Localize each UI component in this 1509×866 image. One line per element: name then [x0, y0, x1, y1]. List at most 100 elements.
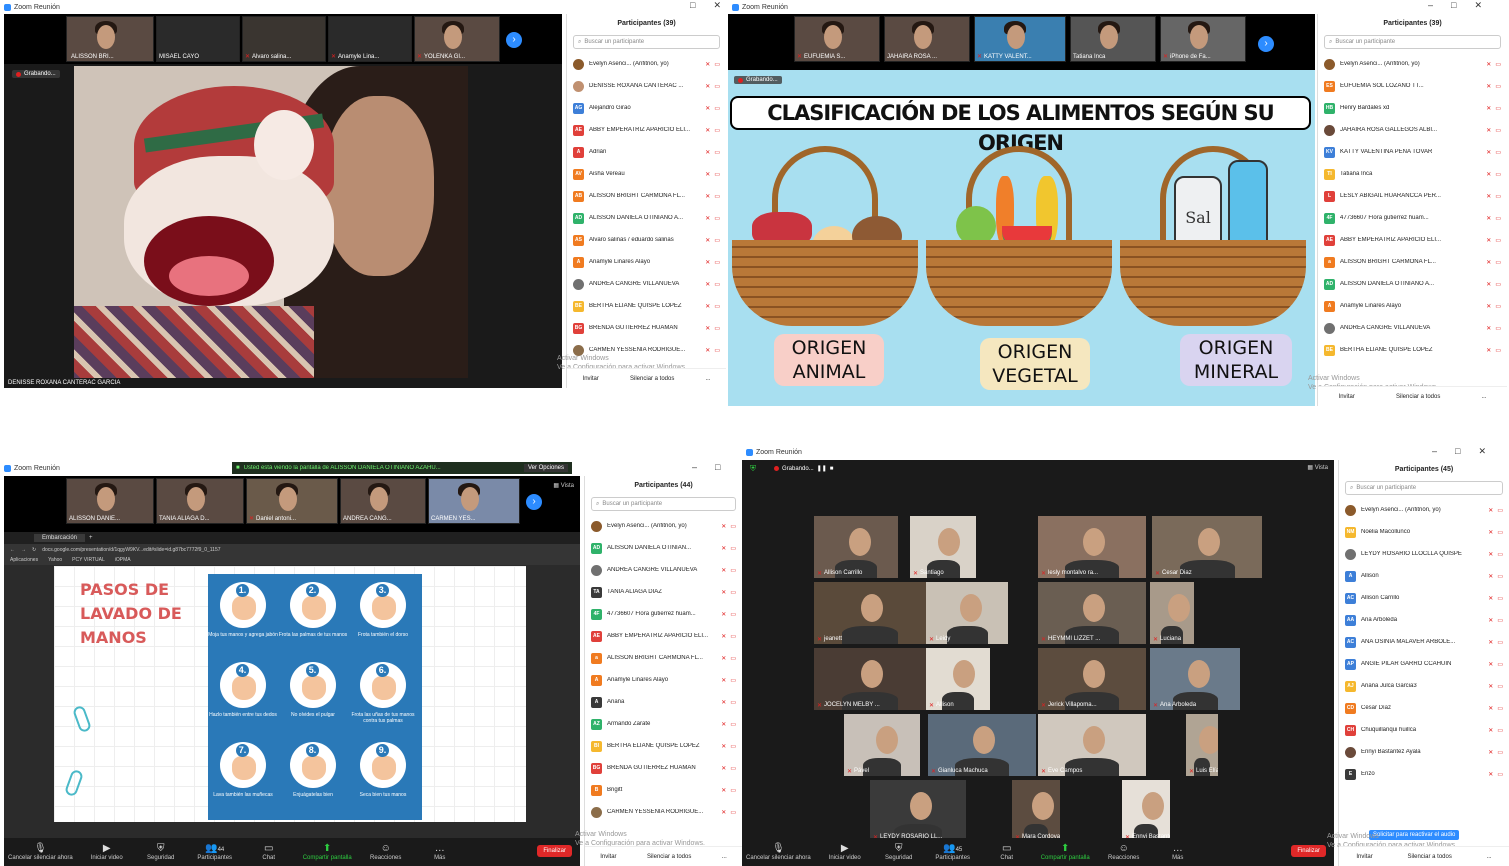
- forward-icon[interactable]: →: [21, 547, 26, 553]
- search-input[interactable]: ⌕ Buscar un participante: [591, 497, 736, 511]
- participant-row[interactable]: AB ALISSON BRIGHT CARMONA FL... ✕ ▭: [567, 185, 726, 207]
- video-thumbnail[interactable]: ALISSON BRI...: [66, 16, 154, 62]
- participant-row[interactable]: AZ Armando Zarate ✕ ▭: [585, 713, 742, 735]
- participant-row[interactable]: AD ALISSON DANIELA OTINIANO A... ✕ ▭: [567, 207, 726, 229]
- participant-row[interactable]: NM Noelia Macollunco ✕ ▭: [1339, 521, 1509, 543]
- participant-video-tile[interactable]: ✕ jeanett: [814, 582, 926, 644]
- participant-row[interactable]: CH Chuquillanqui huillca ✕ ▭: [1339, 719, 1509, 741]
- participant-row[interactable]: a ALISSON BRIGHT CARMONA FL... ✕ ▭: [1318, 251, 1507, 273]
- participant-row[interactable]: AD ALISSON DANIELA OTINIAN... ✕ ▭: [585, 537, 742, 559]
- reload-icon[interactable]: ↻: [32, 547, 36, 553]
- participant-row[interactable]: A Anamyle Linares Alayo ✕ ▭: [585, 669, 742, 691]
- more-button[interactable]: ...: [1481, 394, 1486, 400]
- bookmark-item[interactable]: Yahoo: [48, 557, 62, 563]
- participant-row[interactable]: a ALISSON BRIGHT CARMONA FL... ✕ ▭: [585, 647, 742, 669]
- participant-row[interactable]: CD César Díaz ✕ ▭: [1339, 697, 1509, 719]
- view-button[interactable]: ▦ Vista: [553, 482, 574, 489]
- minimize-icon[interactable]: –: [692, 462, 697, 472]
- participant-video-tile[interactable]: ✕ Leidy: [926, 582, 1008, 644]
- participant-row[interactable]: AG Alejandro Girao ✕ ▭: [567, 97, 726, 119]
- video-thumbnail[interactable]: ✕ YOLENKA GI...: [414, 16, 500, 62]
- participant-row[interactable]: 4F 47736607 Flora gutierrez huam... ✕ ▭: [1318, 207, 1507, 229]
- participant-row[interactable]: BE BERTHA ELIANE QUISPE LOPEZ ✕ ▭: [1318, 339, 1507, 361]
- next-page-arrow-icon[interactable]: ›: [526, 494, 542, 510]
- mute-all-button[interactable]: Silenciar a todos: [647, 854, 691, 860]
- participant-row[interactable]: LEYDY ROSARIO LLOCLLA QUISPE ✕ ▭: [1339, 543, 1509, 565]
- participant-row[interactable]: A Anamyle Linares Alayo ✕ ▭: [1318, 295, 1507, 317]
- participant-row[interactable]: TA TANIA ALIAGA DIAZ ✕ ▭: [585, 581, 742, 603]
- participant-video-tile[interactable]: ✕ lesly montalvo ra...: [1038, 516, 1146, 578]
- participant-row[interactable]: Evelyn Asenci... (Anfitrión, yo) ✕ ▭: [1339, 499, 1509, 521]
- participant-row[interactable]: BI BERTHA ELIANE QUISPE LOPEZ ✕ ▭: [585, 735, 742, 757]
- close-icon[interactable]: ✕: [1474, 0, 1482, 11]
- more-button[interactable]: ...: [1487, 854, 1492, 860]
- participant-video-tile[interactable]: ✕ Cesar Diaz: [1152, 516, 1262, 578]
- more-button[interactable]: … Más: [1158, 843, 1198, 861]
- video-thumbnail[interactable]: CARMEN YES...: [428, 478, 520, 524]
- browser-tab[interactable]: Embarcación: [34, 534, 86, 542]
- unmute-button[interactable]: 🎙 Cancelar silenciar ahora: [746, 843, 811, 861]
- participant-video-tile[interactable]: ✕ Allison: [926, 648, 990, 710]
- participant-row[interactable]: AE ABBY EMPERATRIZ APARICIO ELI... ✕ ▭: [1318, 229, 1507, 251]
- participant-row[interactable]: Evelyn Asenci... (Anfitrión, yo) ✕ ▭: [585, 515, 742, 537]
- participant-row[interactable]: ES EUFUEMIA SOL LOZANO TT... ✕ ▭: [1318, 75, 1507, 97]
- participants-button[interactable]: 👥45 Participantes: [933, 843, 973, 861]
- participant-row[interactable]: L LESLY ABIGAIL HUARANCCA PER... ✕ ▭: [1318, 185, 1507, 207]
- video-thumbnail[interactable]: JAHAIRA ROSA ...: [884, 16, 970, 62]
- invite-button[interactable]: Invitar: [1339, 394, 1355, 400]
- participant-row[interactable]: A Ariana ✕ ▭: [585, 691, 742, 713]
- participant-row[interactable]: A Adrián ✕ ▭: [567, 141, 726, 163]
- participant-video-tile[interactable]: ✕ Jerick Villapoma...: [1038, 648, 1146, 710]
- participant-row[interactable]: BG BRENDA GUTIERREZ HUAMAN ✕ ▭: [585, 757, 742, 779]
- participant-row[interactable]: AJ Ariana Julca Garcia3 ✕ ▭: [1339, 675, 1509, 697]
- participant-video-tile[interactable]: ✕ Eve Campos: [1038, 714, 1146, 776]
- participant-row[interactable]: AD ALISSON DANIELA OTINIANO A... ✕ ▭: [1318, 273, 1507, 295]
- search-input[interactable]: ⌕ Buscar un participante: [1324, 35, 1501, 49]
- reactions-button[interactable]: ☺ Reacciones: [1104, 843, 1144, 861]
- participant-row[interactable]: CARMEN YESSENIA RODRIGUE... ✕ ▭: [585, 801, 742, 823]
- close-icon[interactable]: ✕: [1478, 446, 1486, 457]
- video-thumbnail[interactable]: ALISSON DANIE...: [66, 478, 154, 524]
- start-video-button[interactable]: ▶ Iniciar video: [825, 843, 865, 861]
- participant-row[interactable]: A Allison ✕ ▭: [1339, 565, 1509, 587]
- participant-row[interactable]: A Anamyle Linares Alayo ✕ ▭: [567, 251, 726, 273]
- participant-row[interactable]: BG BRENDA GUTIERREZ HUAMAN ✕ ▭: [567, 317, 726, 339]
- participant-row[interactable]: ANDREA CANGRE VILLANUEVA ✕ ▭: [1318, 317, 1507, 339]
- participant-video-tile[interactable]: ✕Mara Cordova: [1012, 780, 1060, 842]
- participant-row[interactable]: Ennyi Bastantez Ayala ✕ ▭: [1339, 741, 1509, 763]
- unmute-button[interactable]: 🎙 Cancelar silenciar ahora: [8, 843, 73, 861]
- video-thumbnail[interactable]: TANIA ALIAGA D...: [156, 478, 244, 524]
- more-button[interactable]: ...: [722, 854, 727, 860]
- video-thumbnail[interactable]: ✕ EUFUEMIA S...: [794, 16, 880, 62]
- participant-row[interactable]: AC ANA OSINIA MALAVER ARBOLE... ✕ ▭: [1339, 631, 1509, 653]
- chat-button[interactable]: ▭ Chat: [249, 843, 289, 861]
- participant-video-tile[interactable]: ✕ Gianluca Machuca: [928, 714, 1036, 776]
- back-icon[interactable]: ←: [10, 547, 15, 553]
- security-button[interactable]: ⛨ Seguridad: [879, 843, 919, 861]
- participant-video-tile[interactable]: ✕ Pável: [844, 714, 920, 776]
- view-options-button[interactable]: Ver Opciones: [523, 464, 568, 472]
- maximize-icon[interactable]: □: [1451, 0, 1456, 11]
- mute-all-button[interactable]: Silenciar a todos: [630, 376, 674, 382]
- bookmark-item[interactable]: Aplicaciones: [10, 557, 38, 563]
- search-input[interactable]: ⌕ Buscar un participante: [1345, 481, 1503, 495]
- participant-row[interactable]: AC Allison Carrillo ✕ ▭: [1339, 587, 1509, 609]
- mute-all-button[interactable]: Silenciar a todos: [1396, 394, 1440, 400]
- participant-row[interactable]: ANDREA CANGRE VILLANUEVA ✕ ▭: [567, 273, 726, 295]
- participant-row[interactable]: AS Alvaro salinas / eduardo salinas ✕ ▭: [567, 229, 726, 251]
- video-thumbnail[interactable]: ✕ iPhone de Fa...: [1160, 16, 1246, 62]
- chat-button[interactable]: ▭ Chat: [987, 843, 1027, 861]
- close-icon[interactable]: ✕: [713, 0, 721, 11]
- mute-all-button[interactable]: Silenciar a todos: [1407, 854, 1451, 860]
- participant-video-tile[interactable]: ✕Ennyi Bastantez ...: [1122, 780, 1170, 842]
- participant-row[interactable]: B Brigitt ✕ ▭: [585, 779, 742, 801]
- participant-row[interactable]: AA Ana Arboleda ✕ ▭: [1339, 609, 1509, 631]
- end-meeting-button[interactable]: Finalizar: [537, 845, 572, 857]
- participant-video-tile[interactable]: ✕Luis Elías: [1186, 714, 1218, 776]
- more-button[interactable]: ...: [705, 376, 710, 382]
- participant-row[interactable]: E Enzo ✕ ▭: [1339, 763, 1509, 785]
- video-thumbnail[interactable]: ANDREA CANG...: [340, 478, 426, 524]
- participant-row[interactable]: TI Tatiana Inca ✕ ▭: [1318, 163, 1507, 185]
- participant-video-tile[interactable]: ✕ Luciana: [1150, 582, 1194, 644]
- participant-row[interactable]: AP ANGIE PILAR GARRO CCAHUIN ✕ ▭: [1339, 653, 1509, 675]
